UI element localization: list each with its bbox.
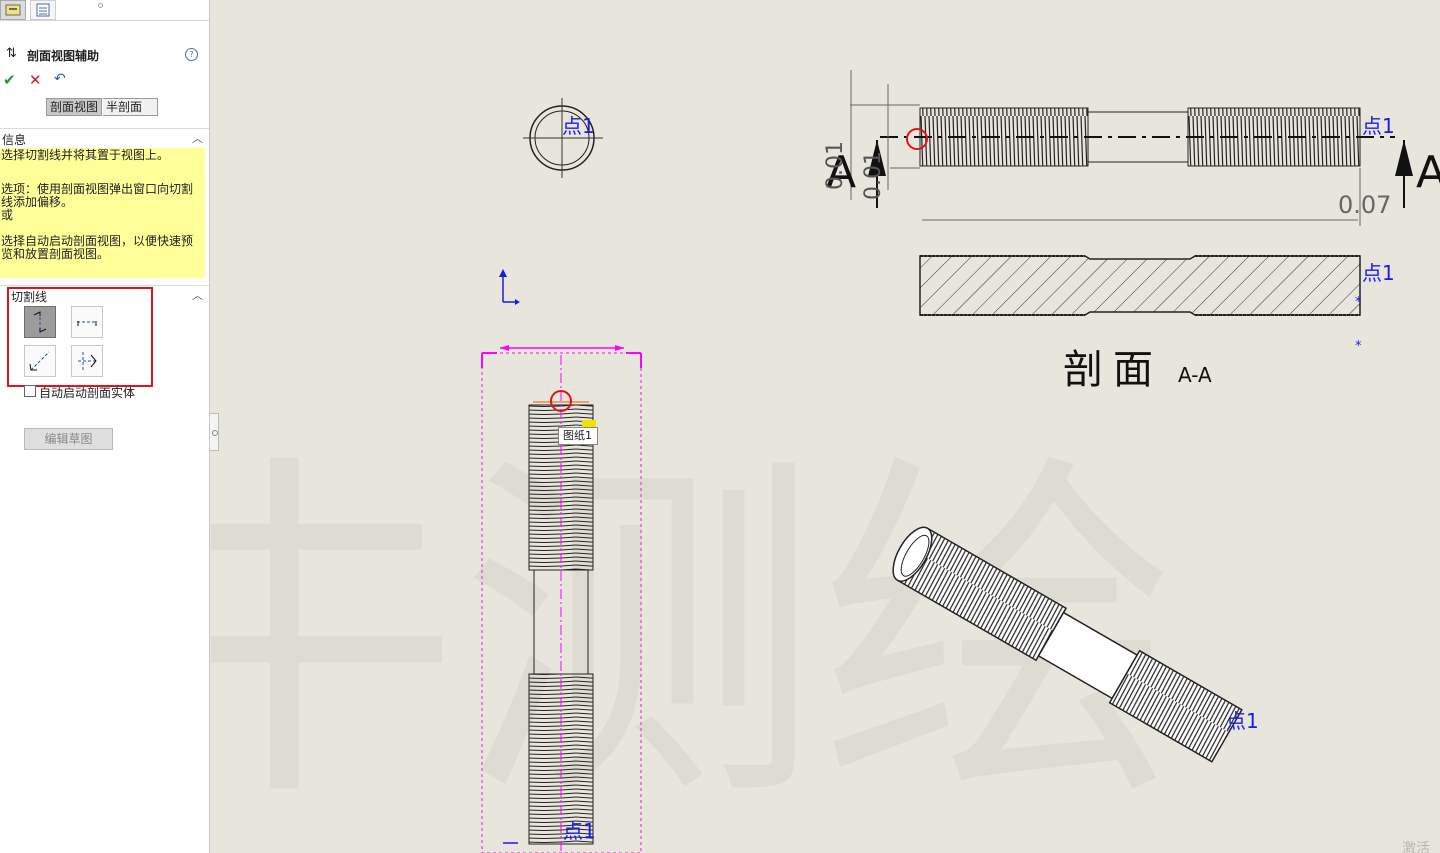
dimension-text[interactable]: 0.01 — [861, 151, 886, 200]
collapse-chevron-icon[interactable]: ︿ — [192, 130, 203, 146]
end-circle-view[interactable] — [523, 98, 603, 178]
point-label: 点1 — [1362, 114, 1395, 138]
feature-manager-tab-icon[interactable] — [0, 0, 26, 20]
panel-title: 剖面视图辅助 — [27, 49, 100, 63]
point-label: 点1 — [1362, 261, 1395, 285]
info-message-box: 选择切割线并将其置于视图上。 选项：使用剖面视图弹出窗口向切割线添加偏移。 或 … — [0, 148, 205, 278]
auto-start-label: 自动启动剖面实体 — [39, 386, 136, 400]
section-name: A-A — [1178, 363, 1212, 387]
panel-grip-icon[interactable] — [98, 3, 103, 8]
ok-checkmark-icon[interactable]: ✔ — [3, 71, 16, 89]
svg-text:*: * — [1355, 339, 1362, 354]
highlight-annotation-box — [7, 287, 153, 387]
cancel-x-icon[interactable]: ✕ — [29, 71, 42, 89]
section-letter-right: A — [1416, 147, 1440, 198]
tab-section-view[interactable]: 剖面视图 — [46, 98, 103, 116]
panel-tabs — [0, 0, 209, 21]
tolerance-dimension[interactable]: 0.07 — [1338, 191, 1391, 219]
activation-watermark: 激活 — [1402, 840, 1430, 853]
undo-icon[interactable]: ↶ — [54, 71, 66, 87]
horizontal-stud-view[interactable] — [850, 70, 1413, 226]
collapse-chevron-icon[interactable]: ︿ — [192, 287, 203, 303]
sheet-tooltip: 图纸1 — [558, 427, 598, 445]
drawing-canvas[interactable]: 大水牛测绘 点1 点1 — [211, 0, 1440, 853]
svg-text:*: * — [1355, 295, 1362, 310]
property-manager-tab-icon[interactable] — [30, 0, 56, 20]
edit-sketch-button[interactable]: 编辑草图 — [24, 428, 113, 450]
point-label: 点1 — [563, 819, 596, 843]
point-label: 点1 — [562, 114, 595, 138]
section-assist-icon: ⇅ — [6, 46, 17, 61]
auto-start-checkbox[interactable] — [24, 385, 36, 397]
origin-axes-icon — [499, 269, 520, 305]
tab-half-section[interactable]: 半剖面 — [103, 98, 158, 116]
dimension-text[interactable]: 0.01 — [823, 141, 848, 190]
property-manager-panel: ⇅ 剖面视图辅助 ? ✔ ✕ ↶ 剖面视图 半剖面 信息 ︿ 选择切割线并将其置… — [0, 0, 210, 853]
help-icon[interactable]: ? — [185, 48, 198, 61]
info-section-header[interactable]: 信息 ︿ — [0, 128, 209, 147]
section-view-a-a[interactable]: * * — [919, 255, 1362, 354]
section-title: 剖面 — [1063, 347, 1163, 393]
point-label: 点1 — [1226, 709, 1259, 733]
